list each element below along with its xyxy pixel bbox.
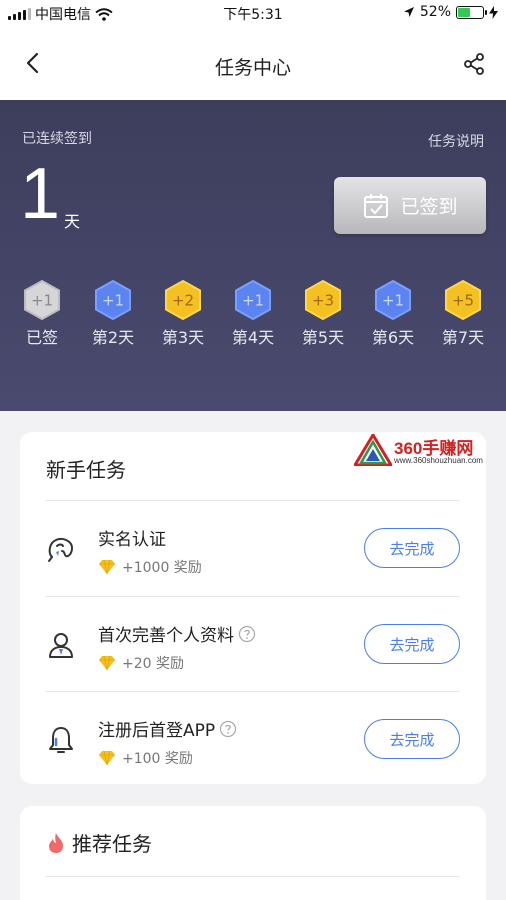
task-info-link[interactable]: 任务说明 xyxy=(428,131,484,151)
reward-badge-icon: +1 xyxy=(235,280,271,320)
diamond-icon xyxy=(99,655,115,671)
task-reward: +100 奖励 xyxy=(98,748,193,768)
reward-badge-icon: +1 xyxy=(95,280,131,320)
reward-badge-value: +5 xyxy=(452,292,474,310)
reward-badge-value: +3 xyxy=(312,292,334,310)
task-reward-text: +1000 奖励 xyxy=(122,560,202,576)
battery-percent: 52% xyxy=(419,4,451,20)
reward-badge-icon: +2 xyxy=(165,280,201,320)
reward-badge-icon: +1 xyxy=(375,280,411,320)
reward-badge-icon: +3 xyxy=(305,280,341,320)
reward-badge-icon: +1 xyxy=(24,280,60,320)
checkin-day: +1 第2天 xyxy=(83,280,143,348)
reward-badge-value: +1 xyxy=(102,292,124,310)
watermark-logo xyxy=(354,434,392,466)
streak-label: 已连续签到 xyxy=(22,131,92,147)
task-reward: +20 奖励 xyxy=(98,653,184,673)
task-name: 实名认证 xyxy=(98,525,166,550)
task-name-text: 注册后首登APP xyxy=(98,721,216,741)
task-go-button[interactable]: 去完成 xyxy=(364,719,460,759)
share-icon[interactable] xyxy=(462,52,486,76)
flame-icon xyxy=(49,833,63,853)
profile-icon xyxy=(49,633,73,658)
help-icon[interactable] xyxy=(238,625,256,643)
calendar-check-icon xyxy=(364,193,389,218)
checkin-hero: 已连续签到 任务说明 1 天 已签到 +1 已签 +1 第2天 +2 第3天 +1 第4天 +3… xyxy=(0,100,506,411)
help-icon[interactable] xyxy=(219,720,237,738)
checkin-day-label: 第3天 xyxy=(161,328,205,347)
task-row: 实名认证 +1000 奖励 去完成 xyxy=(20,501,486,596)
reward-badge-value: +1 xyxy=(31,292,53,310)
checkin-day: +2 第3天 xyxy=(153,280,213,348)
reward-badge-icon: +5 xyxy=(445,280,481,320)
checkin-days-row: +1 已签 +1 第2天 +2 第3天 +1 第4天 +3 第5天 +1 第6天 +5 第7天 xyxy=(0,280,506,350)
recommended-tasks-title: 推荐任务 xyxy=(72,832,152,856)
checkin-day: +1 第4天 xyxy=(223,280,283,348)
task-row: 注册后首登APP +100 奖励 去完成 xyxy=(20,692,486,787)
task-go-button[interactable]: 去完成 xyxy=(364,624,460,664)
task-name: 首次完善个人资料 xyxy=(98,621,256,646)
signed-in-label: 已签到 xyxy=(400,196,458,218)
checkin-day-label: 第7天 xyxy=(441,328,485,347)
reward-badge-value: +1 xyxy=(382,292,404,310)
divider xyxy=(46,876,460,877)
checkin-day-label: 第6天 xyxy=(371,328,415,347)
nav-bar: 任务中心 xyxy=(0,26,506,100)
reward-badge-value: +2 xyxy=(172,292,194,310)
checkin-day: +5 第7天 xyxy=(433,280,493,348)
location-arrow-icon xyxy=(403,7,414,17)
streak-unit: 天 xyxy=(64,212,81,231)
recommended-tasks-card: 推荐任务 xyxy=(20,806,486,900)
checkin-day: +1 已签 xyxy=(12,280,72,348)
bell-icon xyxy=(49,727,73,753)
site-watermark: 360手赚网 www.360shouzhuan.com xyxy=(354,432,504,470)
watermark-url: www.360shouzhuan.com xyxy=(394,456,483,465)
status-right: 52% xyxy=(403,4,498,20)
checkin-day-label: 第4天 xyxy=(231,328,275,347)
task-reward-text: +100 奖励 xyxy=(122,751,193,767)
signed-in-button[interactable]: 已签到 xyxy=(334,177,486,234)
task-go-button[interactable]: 去完成 xyxy=(364,528,460,568)
diamond-icon xyxy=(99,750,115,766)
newbie-tasks-card: 新手任务 实名认证 +1000 奖励 去完成 首次完善个人资料 +20 奖励 去… xyxy=(20,432,486,784)
id-verify-icon xyxy=(48,538,74,562)
battery-icon xyxy=(456,5,487,19)
page-title: 任务中心 xyxy=(214,57,291,79)
task-reward-text: +20 奖励 xyxy=(122,656,184,672)
task-name-text: 实名认证 xyxy=(98,530,166,550)
checkin-day-label: 第5天 xyxy=(301,328,345,347)
task-row: 首次完善个人资料 +20 奖励 去完成 xyxy=(20,597,486,692)
diamond-icon xyxy=(99,559,115,575)
checkin-day: +3 第5天 xyxy=(293,280,353,348)
checkin-day-label: 已签 xyxy=(25,328,58,347)
status-bar: 中国电信 下午5:31 52% xyxy=(0,0,506,26)
reward-badge-value: +1 xyxy=(242,292,264,310)
newbie-tasks-title: 新手任务 xyxy=(46,458,126,482)
task-name: 注册后首登APP xyxy=(98,716,237,741)
task-name-text: 首次完善个人资料 xyxy=(98,626,234,646)
checkin-day: +1 第6天 xyxy=(363,280,423,348)
checkin-day-label: 第2天 xyxy=(91,328,135,347)
task-reward: +1000 奖励 xyxy=(98,557,202,577)
bolt-icon xyxy=(489,5,498,19)
streak-days: 1 xyxy=(20,154,61,234)
battery-level xyxy=(458,7,471,17)
